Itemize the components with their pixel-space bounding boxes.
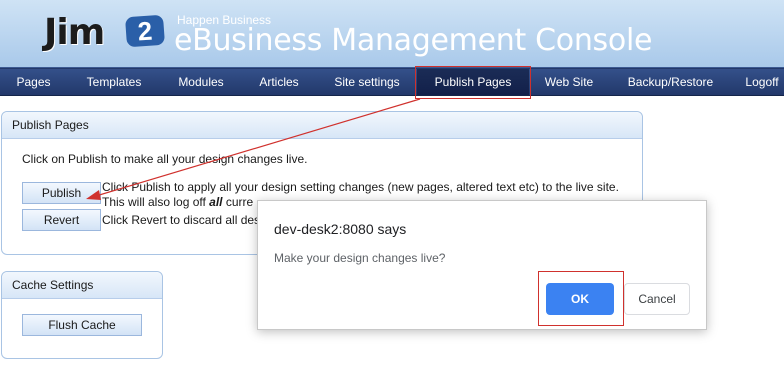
flush-cache-button[interactable]: Flush Cache [22,314,142,336]
ok-highlight [538,271,624,326]
cancel-button[interactable]: Cancel [624,283,690,315]
confirm-dialog: dev-desk2:8080 says Make your design cha… [257,200,707,330]
jim2-logo: Jim 2 [44,8,170,58]
logoff-warning-prefix: This will also log off [102,195,206,209]
logo-badge: 2 [124,14,166,48]
logoff-warning-emphasis: all [209,195,223,209]
nav-modules[interactable]: Modules [161,69,242,95]
publish-description: Click Publish to apply all your design s… [102,180,619,194]
nav-web-site[interactable]: Web Site [529,69,610,95]
revert-button[interactable]: Revert [22,209,101,231]
revert-description: Click Revert to discard all des [102,213,261,227]
nav-templates[interactable]: Templates [67,69,162,95]
logo-text: Jim [44,12,105,53]
logoff-warning: This will also log off all curre [102,195,253,209]
dialog-message: Make your design changes live? [274,251,446,265]
publish-pages-highlight [415,66,531,99]
nav-articles[interactable]: Articles [241,69,318,95]
app-header: Jim 2 Happen Business eBusiness Manageme… [0,0,784,67]
publish-intro: Click on Publish to make all your design… [22,152,308,166]
nav-backup-restore[interactable]: Backup/Restore [609,69,733,95]
nav-pages[interactable]: Pages [0,69,68,95]
main-nav: Pages Templates Modules Articles Site se… [0,67,784,96]
nav-logoff[interactable]: Logoff [732,69,784,95]
logoff-warning-suffix: curre [225,195,254,209]
nav-site-settings[interactable]: Site settings [317,69,418,95]
panel-heading: Publish Pages [2,112,642,139]
page-title: eBusiness Management Console [174,23,653,58]
cache-panel-heading: Cache Settings [2,272,162,299]
publish-button[interactable]: Publish [22,182,101,204]
dialog-title: dev-desk2:8080 says [274,221,407,237]
